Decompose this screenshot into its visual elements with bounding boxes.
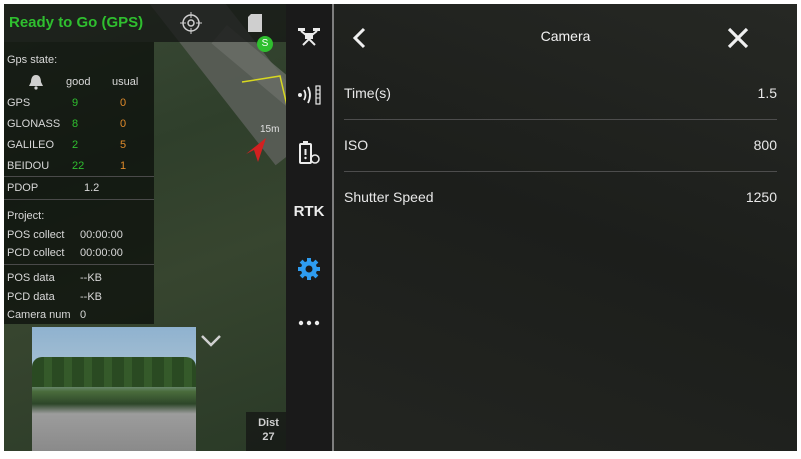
pdop-value: 1.2 [84, 182, 100, 194]
col-usual-header: usual [112, 76, 139, 88]
pcd-data-label: PCD data [7, 291, 55, 303]
setting-row-iso[interactable]: ISO 800 [344, 120, 777, 172]
preview-trees [32, 357, 196, 387]
setting-label: ISO [344, 137, 369, 153]
camera-settings-panel: Camera Time(s) 1.5 ISO 800 Shutter Speed… [334, 4, 797, 451]
glonass-row-good: 8 [72, 118, 79, 130]
aircraft-marker-icon [246, 138, 266, 162]
galileo-row-name: GALILEO [7, 139, 55, 151]
setting-value[interactable]: 800 [754, 137, 777, 153]
panel-header: Camera [334, 4, 797, 64]
divider [4, 264, 154, 265]
divider [4, 176, 154, 177]
more-icon[interactable] [286, 306, 332, 340]
close-icon[interactable] [726, 26, 750, 50]
target-icon[interactable] [176, 8, 206, 38]
beidou-row-usual: 1 [120, 160, 127, 172]
gps-row-good: 9 [72, 97, 79, 109]
galileo-row-usual: 5 [120, 139, 127, 151]
col-good-header: good [66, 76, 91, 88]
battery-icon[interactable] [286, 136, 332, 170]
gps-home-badge: S [257, 36, 273, 52]
camera-num-value: 0 [80, 309, 87, 321]
flight-path [241, 75, 289, 111]
map-scale-label: 15m [260, 124, 280, 135]
setting-value[interactable]: 1250 [746, 189, 777, 205]
app-window: 15m Ready to Go (GPS) S Gps state: good … [4, 4, 797, 451]
beidou-row-name: BEIDOU [7, 160, 50, 172]
beidou-row-good: 22 [72, 160, 85, 172]
galileo-row-good: 2 [72, 139, 79, 151]
pcd-collect-value: 00:00:00 [80, 247, 123, 259]
settings-gear-icon[interactable] [286, 252, 332, 286]
pcd-data-value: --KB [80, 291, 102, 303]
signal-icon[interactable] [286, 78, 332, 112]
camera-preview[interactable] [32, 327, 196, 451]
gps-state-panel: Gps state: good usual GPS 9 0 GLONASS 8 … [4, 42, 154, 324]
setting-label: Shutter Speed [344, 189, 434, 205]
vertical-toolbar: RTK [286, 4, 332, 451]
setting-row-time[interactable]: Time(s) 1.5 [344, 68, 777, 120]
divider [4, 199, 154, 200]
chevron-down-icon[interactable] [197, 328, 225, 354]
camera-num-label: Camera num [7, 309, 71, 321]
distance-label: Dist [258, 417, 279, 429]
bell-icon [29, 75, 43, 90]
gps-title: Gps state: [7, 54, 58, 66]
flight-status-text: Ready to Go (GPS) [9, 14, 144, 31]
pos-data-label: POS data [7, 272, 55, 284]
distance-readout: Dist 27 [246, 412, 291, 451]
glonass-row-usual: 0 [120, 118, 127, 130]
drone-icon[interactable] [286, 20, 332, 54]
distance-value: 27 [262, 431, 275, 443]
pdop-label: PDOP [7, 182, 39, 194]
project-label: Project: [7, 210, 45, 222]
top-status-bar: Ready to Go (GPS) S [4, 4, 291, 52]
sd-card-icon[interactable] [240, 8, 270, 38]
rtk-button[interactable]: RTK [286, 194, 332, 228]
gps-row-usual: 0 [120, 97, 127, 109]
pcd-collect-label: PCD collect [7, 247, 65, 259]
gps-row-name: GPS [7, 97, 31, 109]
pos-collect-value: 00:00:00 [80, 229, 123, 241]
setting-value[interactable]: 1.5 [758, 85, 777, 101]
setting-label: Time(s) [344, 85, 391, 101]
pos-collect-label: POS collect [7, 229, 65, 241]
glonass-row-name: GLONASS [7, 118, 61, 130]
setting-row-shutter-speed[interactable]: Shutter Speed 1250 [344, 172, 777, 224]
pos-data-value: --KB [80, 272, 102, 284]
